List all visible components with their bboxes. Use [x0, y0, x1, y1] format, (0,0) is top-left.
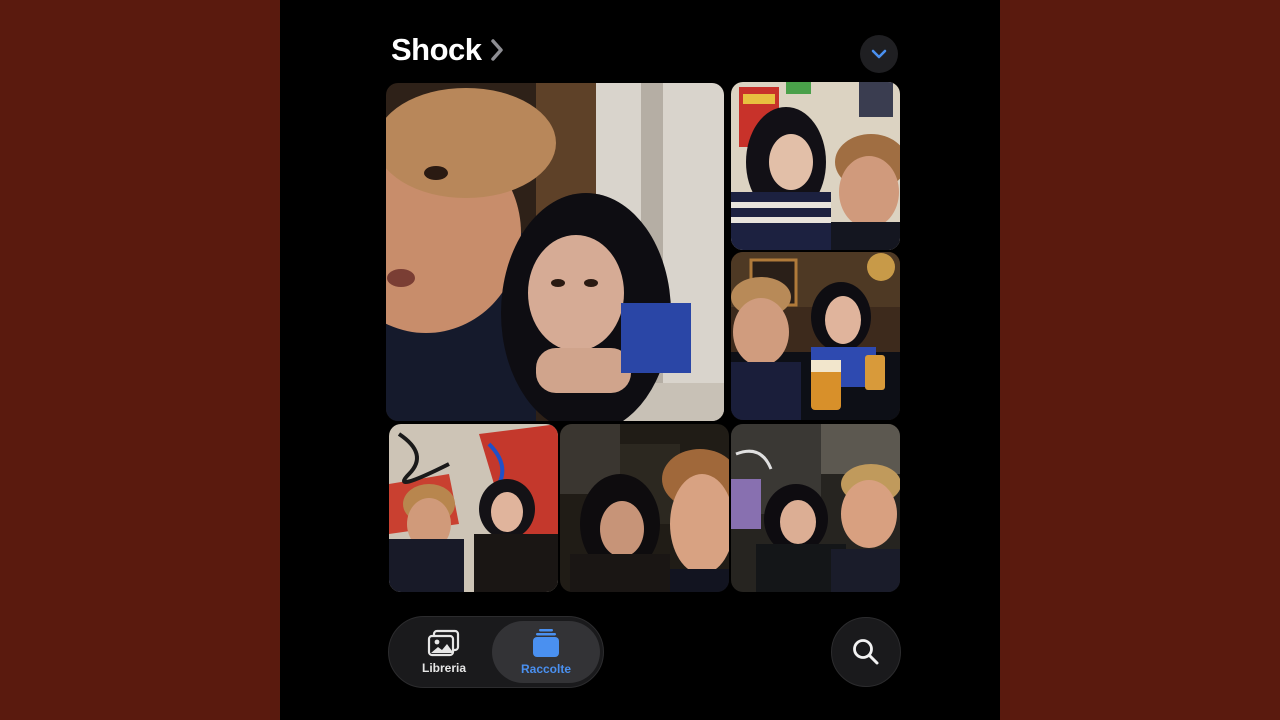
- collapse-button[interactable]: [860, 35, 898, 73]
- search-icon: [853, 639, 879, 665]
- tab-collections[interactable]: Raccolte: [492, 621, 600, 683]
- tab-library-label: Libreria: [421, 661, 466, 675]
- photo-bottom-middle-image: [560, 424, 729, 592]
- photo-bottom-left-image: [389, 424, 558, 592]
- photo-large[interactable]: [386, 83, 724, 421]
- photo-middle-right[interactable]: [731, 252, 900, 420]
- photo-bottom-right-image: [731, 424, 900, 592]
- tab-bar: Libreria Raccolte: [388, 616, 604, 688]
- photo-middle-right-image: [731, 252, 900, 420]
- collection-title[interactable]: Shock: [391, 32, 506, 68]
- photo-top-right-image: [731, 82, 900, 250]
- tab-collections-label: Raccolte: [520, 662, 572, 676]
- collection-title-label: Shock: [391, 32, 482, 67]
- chevron-down-icon: [871, 49, 887, 59]
- photo-large-image: [386, 83, 724, 421]
- search-button[interactable]: [831, 617, 901, 687]
- photos-library-icon: [427, 629, 460, 657]
- phone-screen: Shock Libreria Raccolte: [280, 0, 1000, 720]
- photo-top-right[interactable]: [731, 82, 900, 250]
- chevron-right-icon: [490, 39, 503, 61]
- tab-library[interactable]: Libreria: [393, 621, 495, 683]
- photo-bottom-left[interactable]: [389, 424, 558, 592]
- photo-bottom-middle[interactable]: [560, 424, 729, 592]
- photo-bottom-right[interactable]: [731, 424, 900, 592]
- collections-icon: [533, 629, 559, 657]
